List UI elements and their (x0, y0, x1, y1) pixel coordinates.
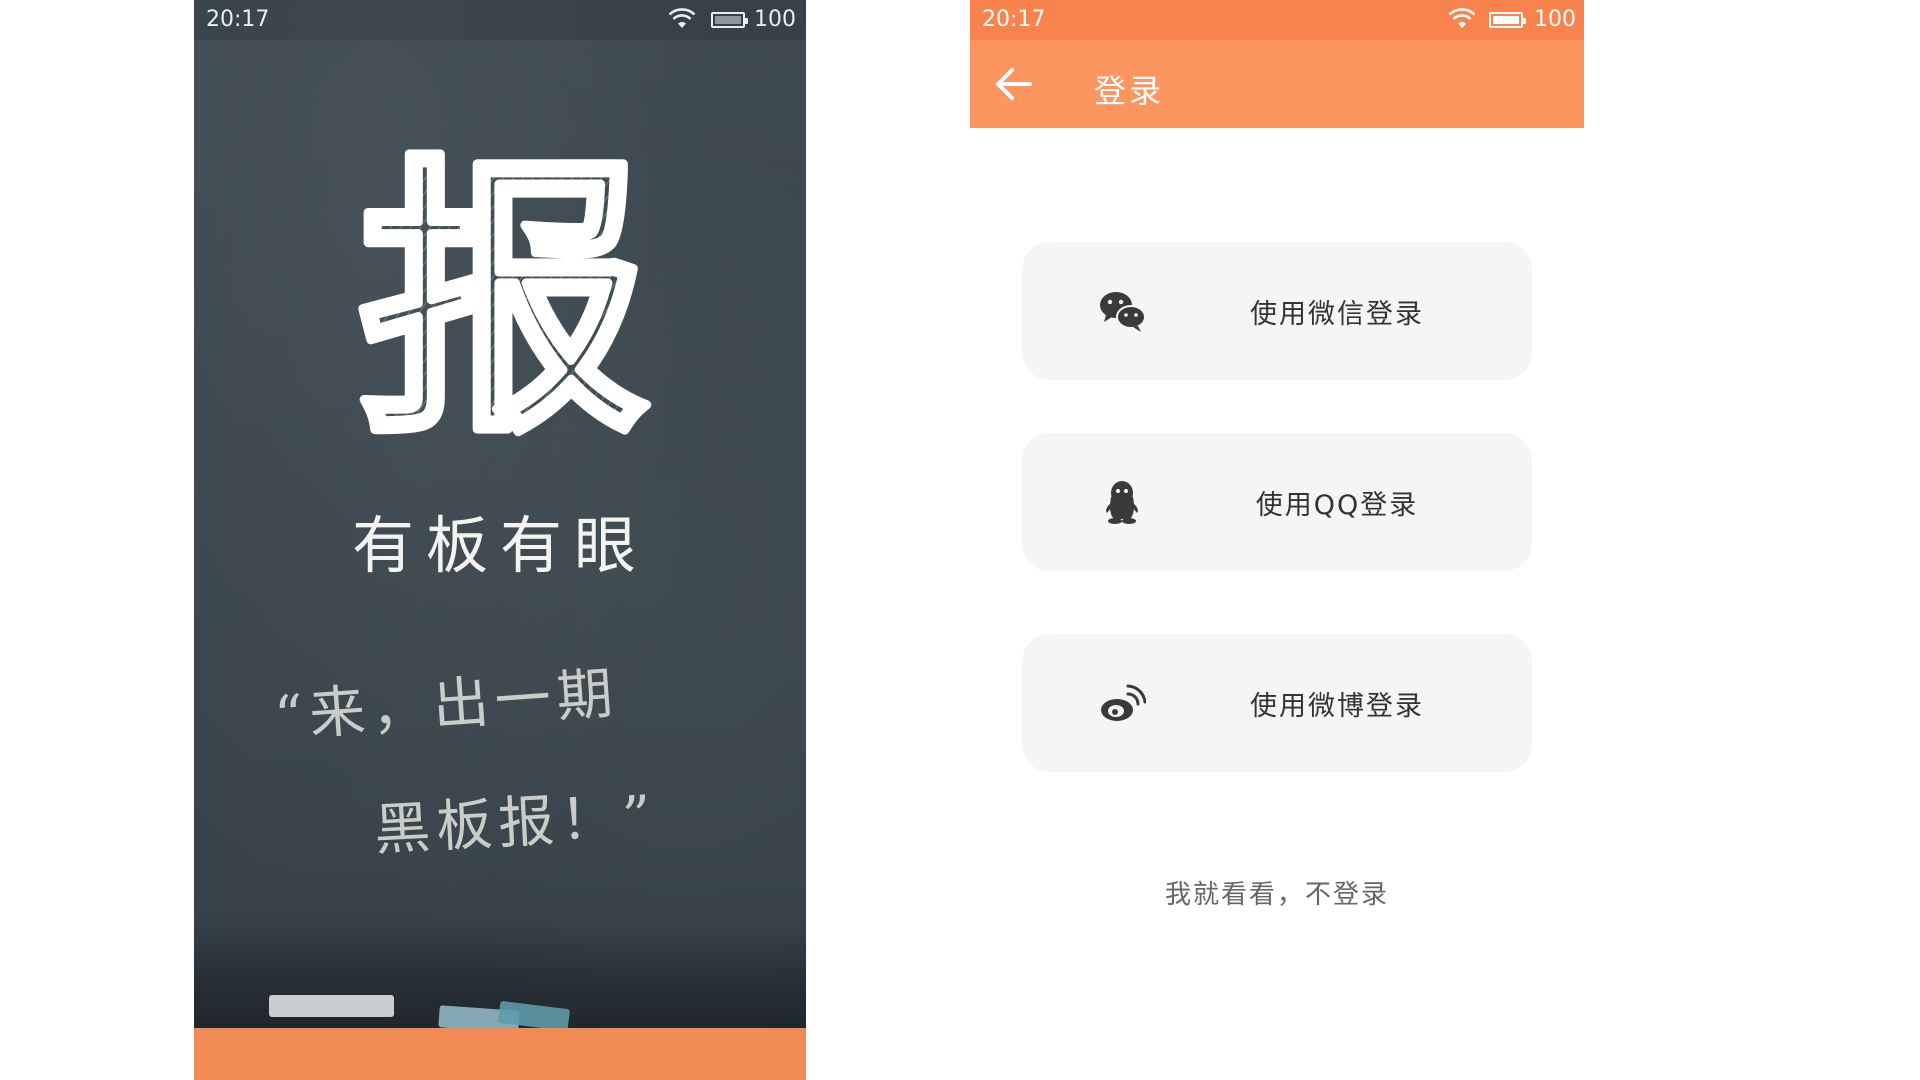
battery-level: 100 (1534, 7, 1576, 32)
status-bar: 20:17 100 (970, 0, 1584, 40)
bottom-accent-bar (194, 1028, 806, 1080)
wifi-icon (668, 8, 696, 36)
qq-login-button[interactable]: 使用QQ登录 (1022, 433, 1532, 571)
status-time: 20:17 (982, 7, 1046, 32)
status-time: 20:17 (206, 7, 270, 32)
app-logo: 报 (355, 140, 654, 440)
wechat-login-button[interactable]: 使用微信登录 (1022, 242, 1532, 380)
back-button[interactable] (988, 58, 1040, 110)
status-bar: 20:17 100 (194, 0, 806, 40)
splash-screen: 20:17 100 报 有板有眼 “来，出一期 黑板报！” (194, 0, 806, 1080)
quote-line-1: “来，出一期 (272, 661, 621, 750)
weibo-login-label: 使用微博登录 (1250, 691, 1424, 722)
weibo-icon (1101, 684, 1146, 721)
login-screen: 20:17 100 登录 使用微信登录 使用QQ登录 使用微博登录 我就看看，不… (970, 0, 1584, 1080)
qq-login-label: 使用QQ登录 (1255, 490, 1419, 521)
slogan: 有板有眼 (351, 509, 648, 582)
weibo-login-button[interactable]: 使用微博登录 (1022, 634, 1532, 772)
wifi-icon (1448, 8, 1476, 36)
arrow-left-icon (996, 68, 1032, 100)
quote-line-2: 黑板报！” (372, 783, 659, 864)
skip-login-link[interactable]: 我就看看，不登录 (970, 874, 1584, 911)
app-bar: 登录 (970, 40, 1584, 128)
wechat-login-label: 使用微信登录 (1250, 299, 1424, 330)
logo-char: 报 (359, 140, 649, 440)
qq-penguin-icon (1106, 481, 1138, 524)
battery-icon (1489, 12, 1526, 28)
page-title: 登录 (1094, 72, 1165, 110)
battery-icon (711, 12, 748, 28)
battery-level: 100 (754, 7, 796, 32)
chalk-eraser (269, 995, 394, 1017)
wechat-icon (1100, 292, 1146, 332)
